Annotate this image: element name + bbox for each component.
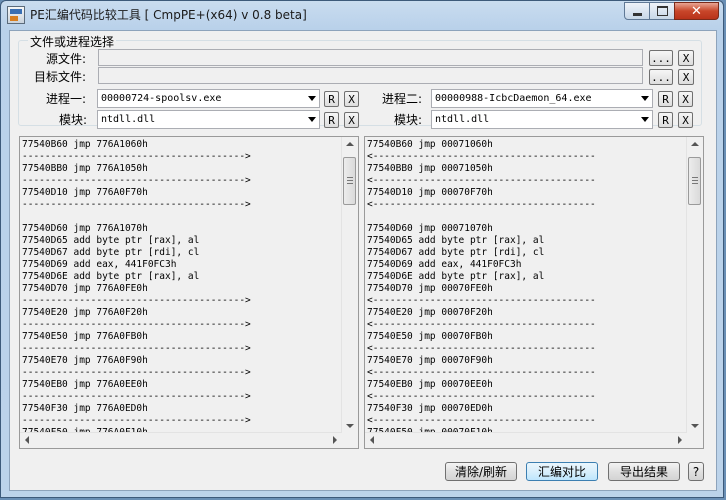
compare-button[interactable]: 汇编对比 [526,462,598,481]
chevron-down-icon [308,96,316,101]
maximize-icon [656,6,668,16]
scroll-thumb[interactable] [688,157,701,205]
clear-module2-button[interactable]: X [678,112,693,128]
minimize-button[interactable] [624,2,650,20]
clear-process2-button[interactable]: X [678,91,693,107]
scroll-corner [342,433,358,448]
source-disasm-pane[interactable]: 77540B60 jmp 776A1060h -----------------… [19,136,359,449]
module2-label: 模块: [394,113,423,127]
process2-select[interactable]: 00000988-IcbcDaemon_64.exe [431,89,653,108]
target-file-field[interactable] [98,67,643,84]
target-disasm-pane[interactable]: 77540B60 jmp 00071060h <----------------… [364,136,704,449]
scroll-corner [687,433,703,448]
clear-module1-button[interactable]: X [344,112,359,128]
main-window: PE汇编代码比较工具 [ CmpPE+(x64) v 0.8 beta] ✕ 文… [0,0,724,498]
scroll-left-icon[interactable] [25,436,29,444]
title-bar[interactable]: PE汇编代码比较工具 [ CmpPE+(x64) v 0.8 beta] ✕ [1,1,723,29]
process1-value: 00000724-spoolsv.exe [101,93,222,104]
scroll-down-icon[interactable] [346,424,354,428]
process2-label: 进程二: [382,92,423,106]
module1-value: ntdll.dll [101,114,156,125]
chevron-down-icon [308,117,316,122]
module1-select[interactable]: ntdll.dll [97,110,320,129]
target-file-label: 目标文件: [34,70,87,84]
maximize-button[interactable] [649,2,675,20]
scroll-right-icon[interactable] [678,436,682,444]
module1-label: 模块: [59,113,88,127]
refresh-module2-button[interactable]: R [658,112,673,128]
export-button[interactable]: 导出结果 [608,462,680,481]
browse-source-button[interactable]: ... [649,50,673,66]
scroll-down-icon[interactable] [691,424,699,428]
help-button[interactable]: ? [688,462,704,481]
module2-select[interactable]: ntdll.dll [431,110,653,129]
clear-target-button[interactable]: X [678,69,694,85]
clear-refresh-button[interactable]: 清除/刷新 [445,462,517,481]
process1-label: 进程一: [46,92,87,106]
refresh-module1-button[interactable]: R [324,112,339,128]
horizontal-scrollbar[interactable] [20,432,342,448]
process1-select[interactable]: 00000724-spoolsv.exe [97,89,320,108]
window-title: PE汇编代码比较工具 [ CmpPE+(x64) v 0.8 beta] [30,8,307,22]
scroll-up-icon[interactable] [691,142,699,146]
horizontal-scrollbar[interactable] [365,432,687,448]
source-file-field[interactable] [98,49,643,66]
source-file-label: 源文件: [46,52,87,66]
scroll-right-icon[interactable] [333,436,337,444]
scroll-left-icon[interactable] [370,436,374,444]
source-disasm-text[interactable]: 77540B60 jmp 776A1060h -----------------… [22,139,342,439]
vertical-scrollbar[interactable] [341,137,358,433]
refresh-process2-button[interactable]: R [658,91,673,107]
browse-target-button[interactable]: ... [649,69,673,85]
chevron-down-icon [641,96,649,101]
group-title: 文件或进程选择 [28,33,117,50]
app-icon[interactable] [7,6,25,24]
module2-value: ntdll.dll [435,114,490,125]
minimize-icon [632,12,642,16]
process2-value: 00000988-IcbcDaemon_64.exe [435,93,592,104]
clear-process1-button[interactable]: X [344,91,359,107]
clear-source-button[interactable]: X [678,50,694,66]
vertical-scrollbar[interactable] [686,137,703,433]
close-button[interactable]: ✕ [674,2,719,20]
chevron-down-icon [641,117,649,122]
scroll-up-icon[interactable] [346,142,354,146]
refresh-process1-button[interactable]: R [324,91,339,107]
client-area: 文件或进程选择 源文件: ... X 目标文件: ... X 进程一: 0000… [9,30,717,491]
close-icon: ✕ [691,3,702,19]
target-disasm-text[interactable]: 77540B60 jmp 00071060h <----------------… [367,139,687,439]
scroll-thumb[interactable] [343,157,356,205]
